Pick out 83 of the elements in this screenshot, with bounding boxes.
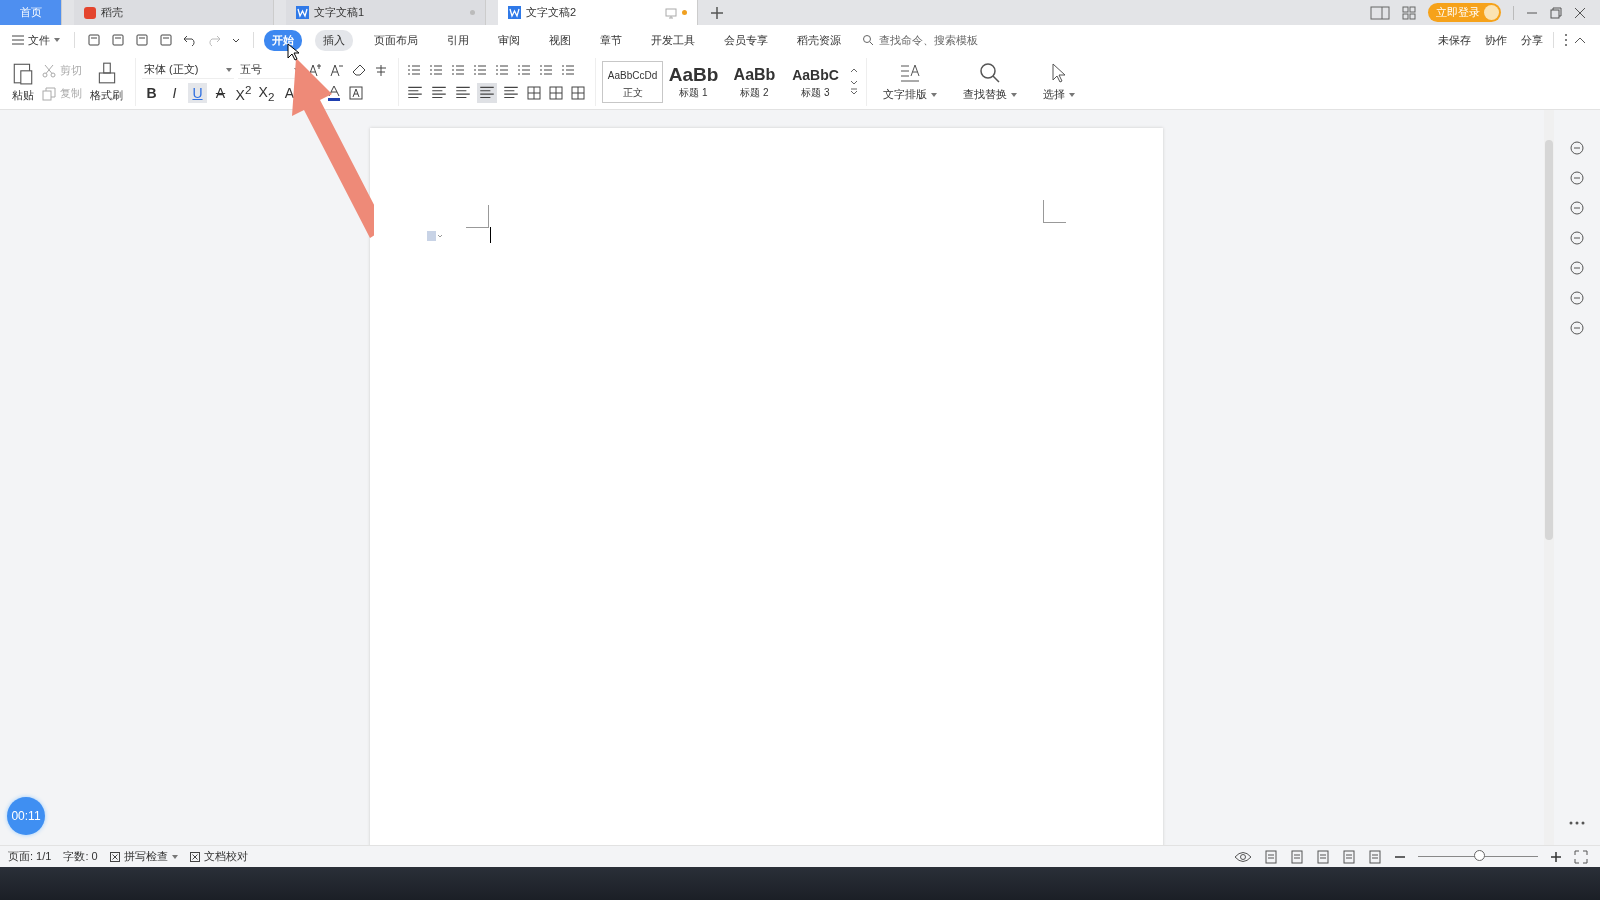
style-preset[interactable]: AaBbC 标题 3 [785, 61, 846, 103]
ribbon-tab[interactable]: 开始 [264, 29, 302, 51]
format-button[interactable]: U [188, 83, 207, 103]
ribbon-tab[interactable]: 插入 [315, 29, 353, 51]
margin-corner-mark [465, 205, 489, 228]
caret-icon [54, 38, 60, 42]
font-family-dropdown[interactable]: 宋体 (正文) [142, 61, 234, 79]
search-icon [979, 62, 1001, 84]
align-icon[interactable] [477, 83, 497, 103]
search-field[interactable]: 查找命令、搜索模板 [862, 33, 1001, 47]
format-button[interactable]: A [211, 83, 230, 103]
undo-icon[interactable] [183, 33, 197, 47]
ribbon-tab[interactable]: 开发工具 [643, 29, 703, 51]
borders-icon[interactable] [569, 84, 587, 102]
format-button[interactable]: I [165, 83, 184, 103]
eye-icon[interactable] [1234, 850, 1252, 863]
style-preset[interactable]: AaBb 标题 1 [663, 61, 724, 103]
style-preset[interactable]: AaBbCcDd 正文 [602, 61, 663, 103]
document-tab[interactable]: 文字文稿2 [498, 0, 698, 25]
document-tab[interactable]: 稻壳 [74, 0, 274, 25]
fullscreen-icon[interactable] [1574, 849, 1588, 864]
character-border-icon[interactable] [347, 84, 365, 102]
format-button[interactable]: X$_{2}$ [257, 83, 276, 103]
unsaved-dot-icon [682, 10, 687, 15]
document-tab[interactable]: 文字文稿1 [286, 0, 486, 25]
caret-icon [1069, 92, 1075, 97]
word-count: 字数: 0 [63, 849, 98, 864]
new-tab-icon[interactable] [710, 5, 724, 20]
flame-icon [84, 6, 96, 19]
close-icon[interactable] [1574, 6, 1586, 19]
text-layout-button[interactable]: 文字排版 [879, 62, 941, 102]
checkbox-cross-icon [189, 851, 200, 862]
more-icon[interactable] [1564, 33, 1568, 47]
grid-icon[interactable] [1402, 5, 1416, 20]
text-layout-icon [899, 62, 921, 84]
collapse-icon[interactable] [1574, 36, 1586, 44]
save-icon[interactable] [87, 33, 101, 47]
gallery-scroll-icon[interactable] [850, 67, 858, 97]
margin-corner-mark [1042, 200, 1066, 223]
vertical-scrollbar[interactable] [1544, 110, 1554, 845]
ribbon-tab[interactable]: 稻壳资源 [789, 29, 849, 51]
style-preset[interactable]: AaBb 标题 2 [724, 61, 785, 103]
close-dot-icon[interactable] [470, 10, 475, 15]
caret-icon [1011, 92, 1017, 97]
scissors-icon [42, 63, 56, 78]
format-painter-button[interactable]: 格式刷 [86, 61, 127, 103]
ribbon-tab[interactable]: 会员专享 [716, 29, 776, 51]
select-button[interactable]: 选择 [1039, 62, 1079, 102]
text-cursor [489, 227, 491, 243]
header-action[interactable]: 分享 [1521, 32, 1543, 48]
recording-timer: 00:11 [7, 797, 45, 835]
header-action[interactable]: 未保存 [1438, 32, 1471, 48]
caret-icon [171, 854, 178, 859]
paste-button[interactable]: 粘贴 [8, 61, 38, 103]
proofread-button[interactable]: 文档校对 [189, 849, 248, 864]
header-action[interactable]: 协作 [1485, 32, 1507, 48]
avatar-icon [1484, 5, 1499, 20]
format-button[interactable]: X$^{2}$ [234, 83, 253, 103]
search-icon [862, 34, 874, 46]
menu-icon [12, 35, 24, 45]
page-count: 页面: 1/1 [8, 849, 52, 864]
spell-check-button[interactable]: 拼写检查 [109, 849, 178, 864]
ribbon-tab[interactable]: 审阅 [490, 29, 528, 51]
format-button[interactable]: B [142, 83, 161, 103]
caret-icon [931, 92, 937, 97]
ribbon-tab[interactable]: 引用 [439, 29, 477, 51]
document-icon [508, 6, 521, 19]
clipboard-icon [12, 61, 34, 85]
ribbon-tab[interactable]: 章节 [592, 29, 630, 51]
copy-icon [42, 86, 56, 101]
more-icon[interactable] [1569, 821, 1585, 825]
checkbox-cross-icon [109, 851, 120, 862]
zoom-in-icon[interactable] [1550, 850, 1562, 863]
restore-icon[interactable] [1550, 6, 1562, 19]
file-menu[interactable]: 文件 [12, 32, 60, 48]
ribbon-tab[interactable]: 页面布局 [366, 29, 426, 51]
document-icon [296, 6, 309, 19]
font-color-icon[interactable] [325, 84, 343, 102]
ribbon-tab[interactable]: 视图 [541, 29, 579, 51]
find-replace-button[interactable]: 查找替换 [959, 62, 1021, 102]
layout-icon[interactable] [1370, 5, 1390, 20]
page-view-icon[interactable] [1264, 849, 1278, 864]
caret-icon [226, 67, 232, 72]
